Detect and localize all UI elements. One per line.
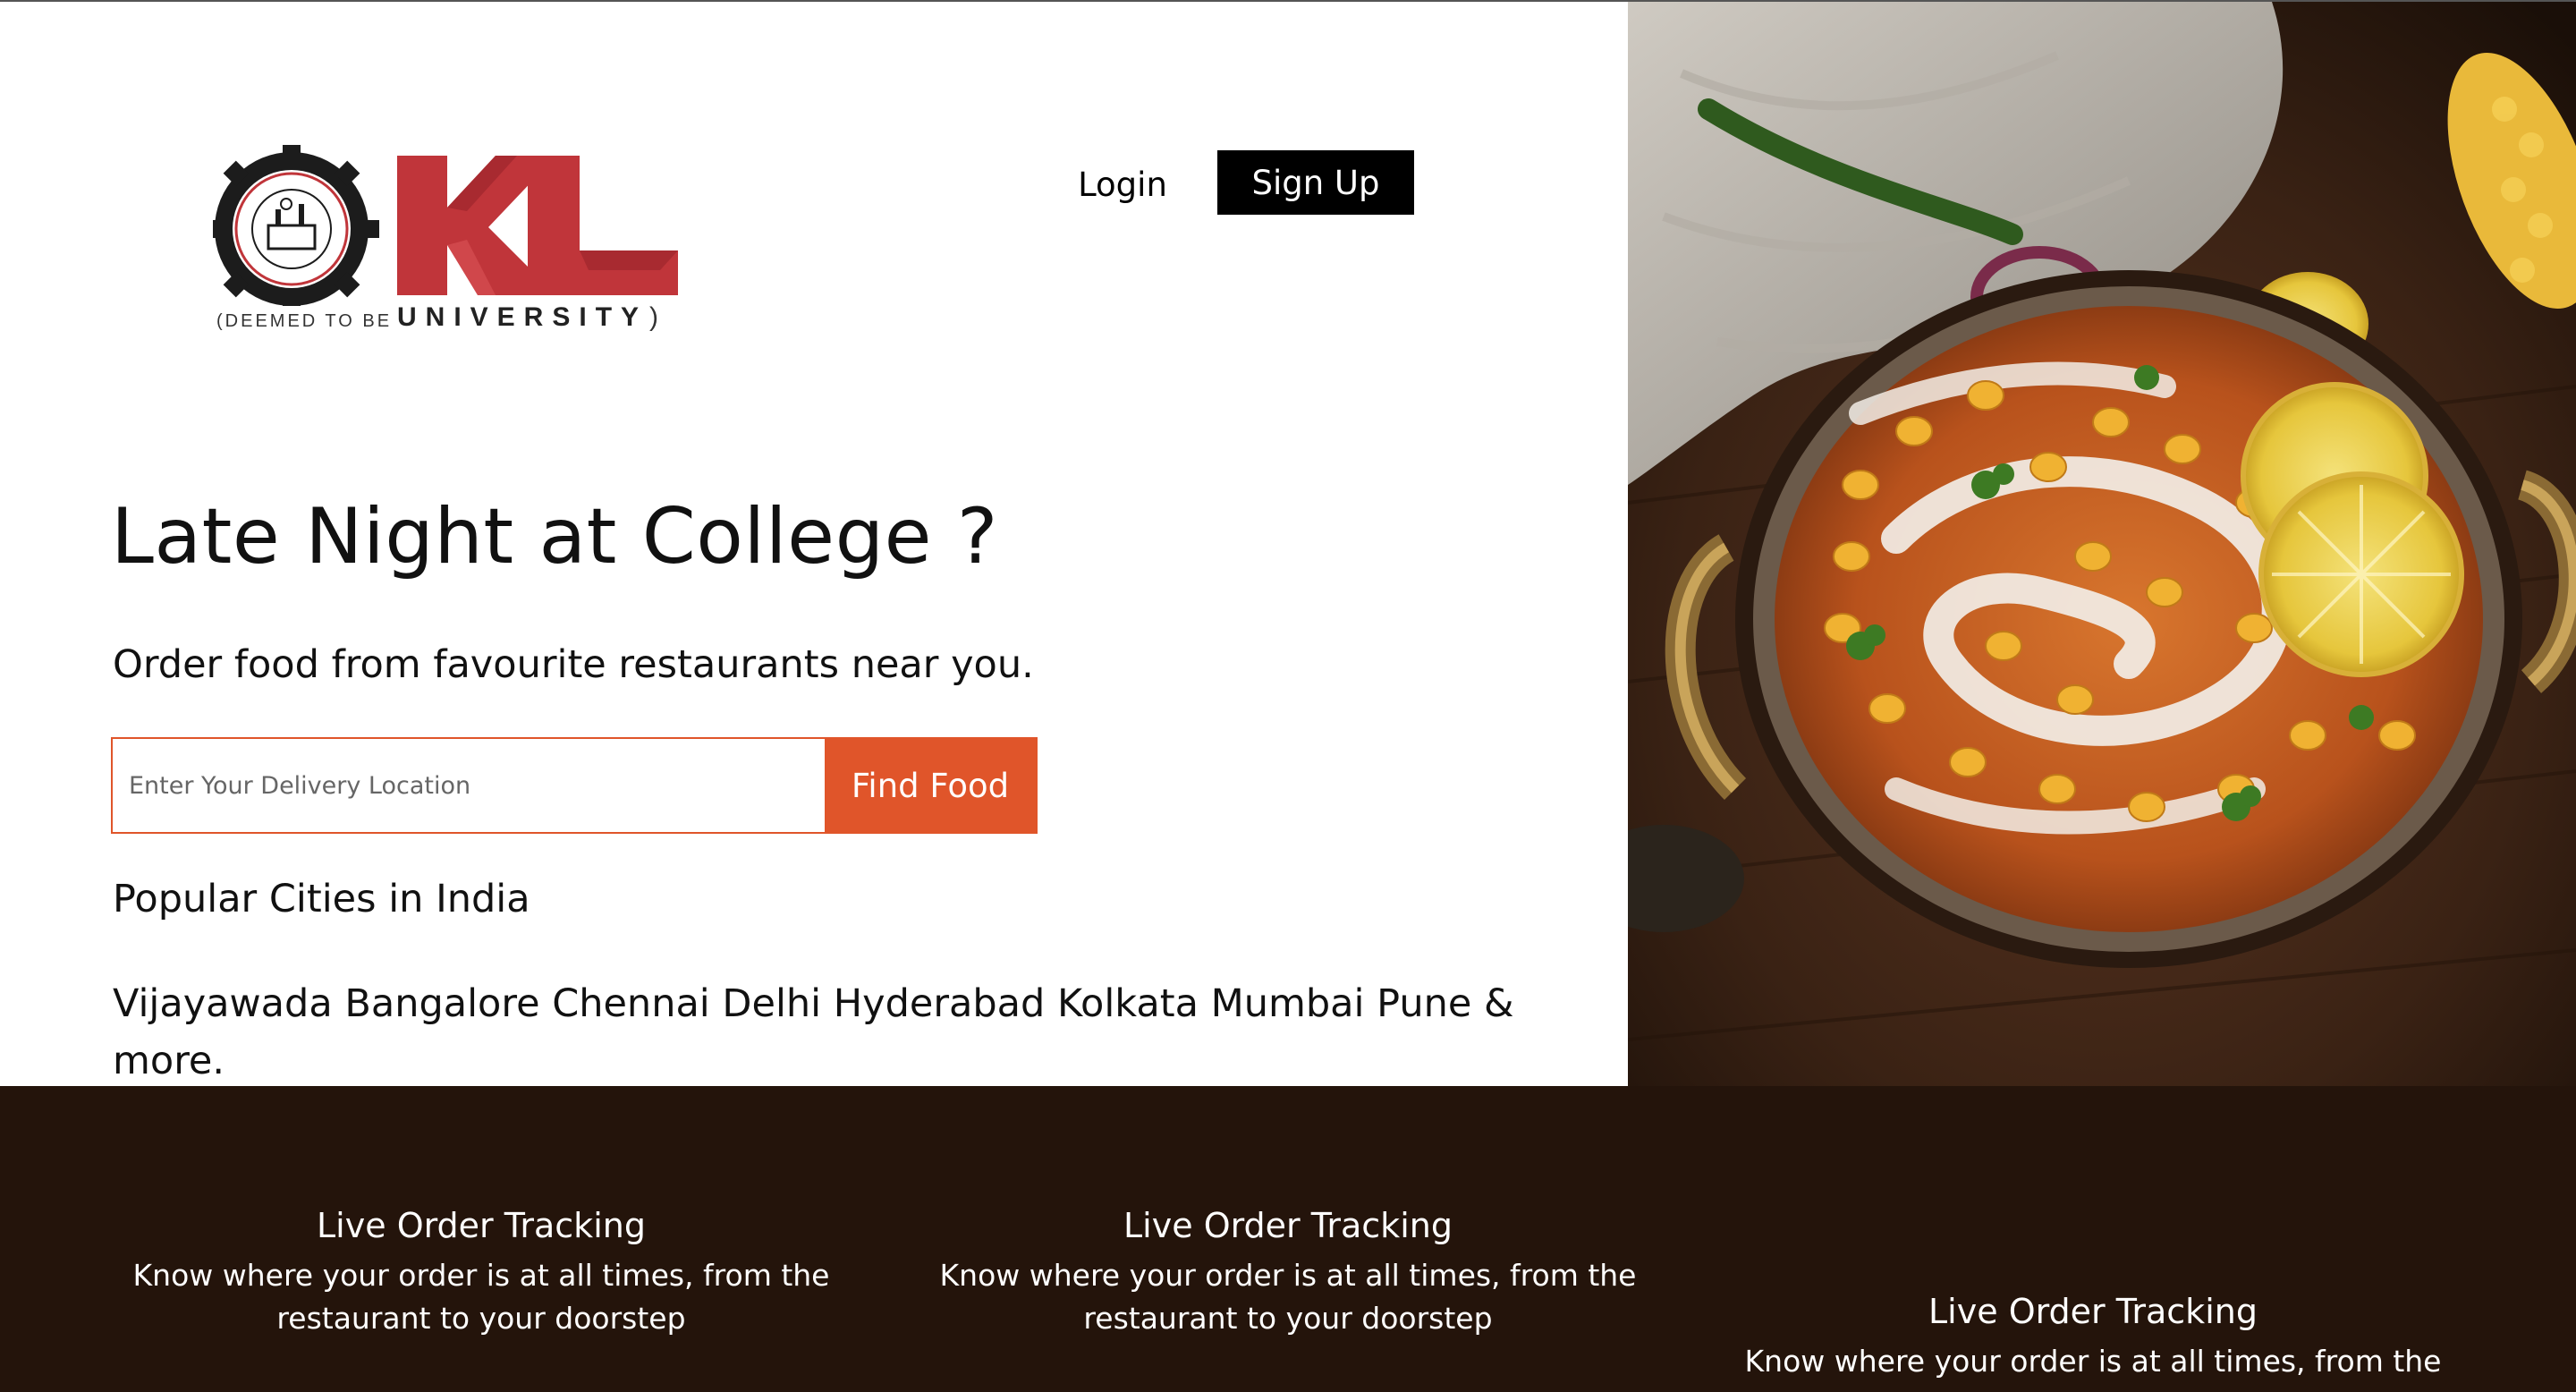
logo-caption: (DEEMED TO BE (216, 311, 393, 331)
login-link[interactable]: Login (1064, 152, 1181, 216)
find-food-button[interactable]: Find Food (825, 739, 1036, 832)
feature-description: Know where your order is at all times, f… (1744, 1344, 2442, 1379)
feature-title: Live Order Tracking (317, 1206, 646, 1245)
page: (DEEMED TO BE UNIVERSITY ) Login Sign Up… (0, 0, 2576, 1392)
feature-description: Know where your order is at all times, f… (132, 1258, 830, 1336)
location-search: Find Food (111, 737, 1038, 834)
signup-button[interactable]: Sign Up (1217, 150, 1414, 215)
food-bowl-image (1628, 2, 2576, 1086)
popular-cities-list: Vijayawada Bangalore Chennai Delhi Hyder… (113, 981, 1514, 1083)
food-photo-illustration (1628, 2, 2576, 1086)
hero-section: (DEEMED TO BE UNIVERSITY ) Login Sign Up… (0, 2, 1628, 1086)
feature-title: Live Order Tracking (1123, 1206, 1453, 1245)
delivery-location-input[interactable] (113, 739, 825, 832)
popular-cities-title: Popular Cities in India (113, 877, 530, 921)
features-band: Live Order Tracking Know where your orde… (0, 1086, 2576, 1392)
feature-card: Live Order Tracking Know where your orde… (79, 1206, 884, 1340)
logo-university-text: UNIVERSITY (397, 302, 648, 332)
logo-closing-paren: ) (649, 302, 658, 332)
feature-description: Know where your order is at all times, f… (939, 1258, 1637, 1336)
kl-university-logo[interactable]: (DEEMED TO BE UNIVERSITY ) (213, 145, 678, 342)
hero-subtitle: Order food from favourite restaurants ne… (113, 642, 1034, 687)
feature-card: Live Order Tracking Know where your orde… (1690, 1292, 2496, 1383)
hero-title: Late Night at College ? (111, 492, 999, 581)
feature-card: Live Order Tracking Know where your orde… (886, 1206, 1690, 1340)
feature-title: Live Order Tracking (1928, 1292, 2258, 1331)
logo-emblem-icon (213, 145, 678, 306)
